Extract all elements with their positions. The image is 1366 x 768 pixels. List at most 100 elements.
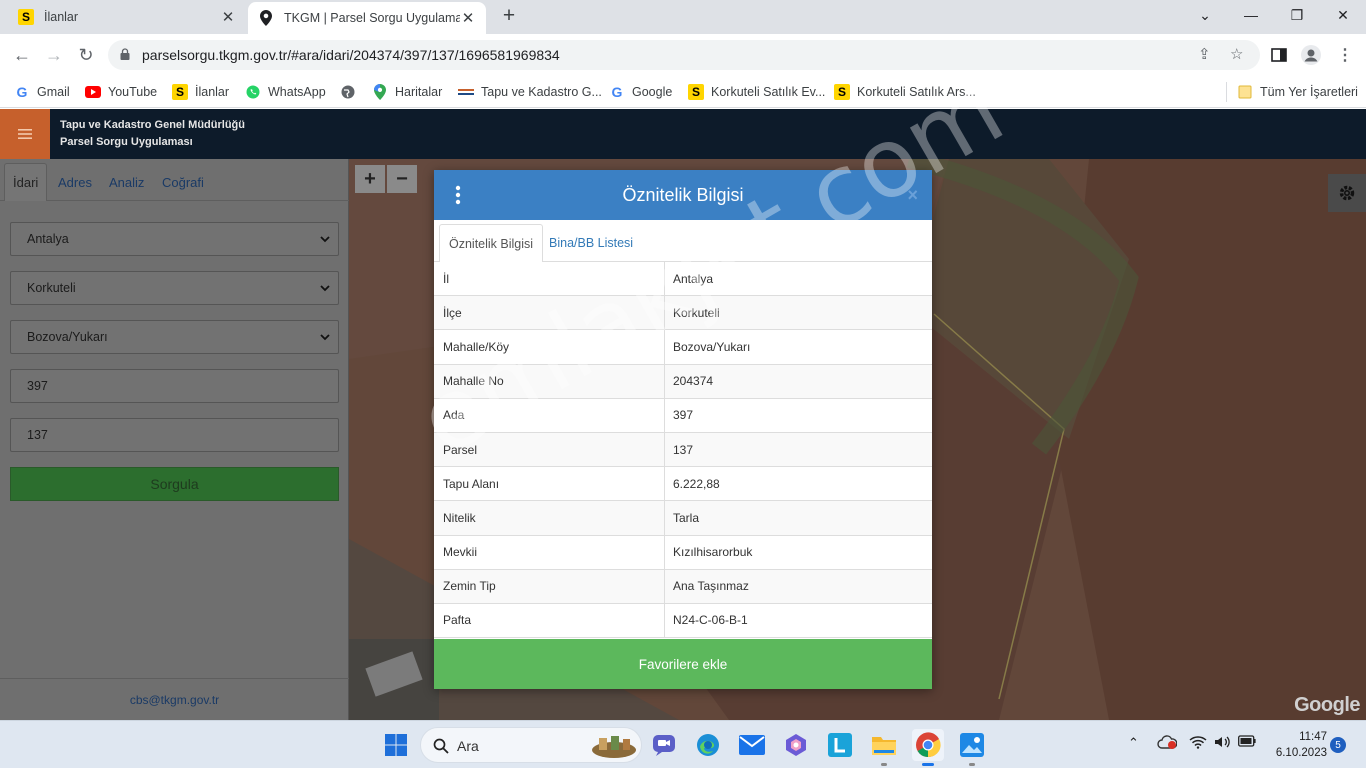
row-key: Nitelik	[434, 501, 665, 535]
tab-analiz[interactable]: Analiz	[101, 163, 152, 201]
table-row: Parsel 137	[434, 432, 932, 468]
tab-title: TKGM | Parsel Sorgu Uygulaması	[284, 11, 460, 25]
mail-icon[interactable]	[736, 729, 768, 761]
edge-browser-icon[interactable]	[692, 729, 724, 761]
share-icon[interactable]: ⇪	[1198, 45, 1211, 63]
chevron-down-icon	[320, 236, 330, 243]
window-close-icon[interactable]: ✕	[1320, 0, 1366, 30]
bookmark-globe[interactable]	[340, 82, 363, 102]
tab-cografi[interactable]: Coğrafi	[154, 163, 212, 201]
modal-tabs: Öznitelik Bilgisi Bina/BB Listesi	[434, 220, 932, 263]
tab-adres[interactable]: Adres	[50, 163, 100, 201]
restore-icon[interactable]: ❐	[1274, 0, 1320, 30]
table-row: Mahalle/Köy Bozova/Yukarı	[434, 330, 932, 365]
url-text: parselsorgu.tkgm.gov.tr/#ara/idari/20437…	[142, 47, 560, 63]
notification-badge[interactable]: 5	[1330, 737, 1346, 753]
zoom-out-button[interactable]: −	[387, 165, 417, 193]
globe-icon	[340, 84, 356, 100]
menu-kebab-icon[interactable]: ⋮	[1334, 44, 1356, 66]
tab-oznitelik-bilgisi[interactable]: Öznitelik Bilgisi	[439, 224, 544, 263]
bookmark-ilanlar[interactable]: S İlanlar	[172, 82, 229, 102]
browser-tab-ilanlar[interactable]: S İlanlar ✕	[8, 0, 246, 34]
l-app-icon[interactable]	[824, 729, 856, 761]
table-row: Mahalle No 204374	[434, 364, 932, 399]
bookmark-youtube[interactable]: YouTube	[85, 82, 157, 102]
google-g-icon: G	[611, 84, 623, 100]
modal-header: Öznitelik Bilgisi ×	[434, 170, 932, 220]
bookmark-star-icon[interactable]: ☆	[1230, 45, 1243, 63]
row-value: 6.222,88	[673, 476, 720, 491]
row-value: Antalya	[673, 271, 714, 286]
tkgm-logo-icon	[458, 84, 474, 100]
chrome-taskbar-icon[interactable]	[912, 729, 944, 766]
side-panel-icon[interactable]	[1268, 44, 1290, 66]
search-placeholder: Ara	[457, 738, 479, 754]
table-row: İl Antalya	[434, 262, 932, 297]
bookmark-label: WhatsApp	[268, 85, 326, 99]
bookmark-label: Tapu ve Kadastro G...	[481, 85, 602, 99]
app-header: Tapu ve Kadastro Genel Müdürlüğü Parsel …	[0, 109, 1366, 159]
parsel-input[interactable]: 137	[10, 418, 339, 452]
clock-time: 11:47	[1299, 731, 1327, 743]
google-g-icon: G	[16, 84, 28, 100]
query-sidebar: İdari Adres Analiz Coğrafi Antalya Korku…	[0, 159, 349, 720]
add-to-favorites-button[interactable]: Favorilere ekle	[434, 639, 932, 689]
tab-bina-bb-listesi[interactable]: Bina/BB Listesi	[540, 224, 642, 262]
bookmark-haritalar[interactable]: Haritalar	[372, 82, 442, 102]
bookmark-whatsapp[interactable]: WhatsApp	[245, 82, 326, 102]
address-bar[interactable]: parselsorgu.tkgm.gov.tr/#ara/idari/20437…	[108, 40, 1260, 70]
teams-chat-icon[interactable]	[648, 729, 680, 761]
hamburger-menu-icon[interactable]	[0, 109, 50, 159]
photos-app-icon[interactable]	[956, 729, 988, 766]
ada-input[interactable]: 397	[10, 369, 339, 403]
copilot-icon[interactable]	[780, 729, 812, 761]
wifi-icon[interactable]	[1189, 735, 1207, 752]
row-key: Mevkii	[434, 535, 665, 569]
il-select[interactable]: Antalya	[10, 222, 339, 256]
reload-icon[interactable]: ↻	[74, 43, 98, 67]
forward-icon[interactable]: →	[42, 43, 66, 67]
onedrive-status-icon[interactable]	[1157, 735, 1178, 752]
s-badge-icon: S	[172, 84, 188, 100]
bookmark-tapu-kadastro[interactable]: Tapu ve Kadastro G...	[458, 82, 602, 102]
chevron-up-icon[interactable]: ⌃	[1128, 735, 1139, 751]
bookmark-label: Korkuteli Satılık Ev...	[711, 85, 826, 99]
google-maps-icon	[372, 84, 388, 100]
s-badge-icon: S	[18, 9, 34, 25]
battery-icon[interactable]	[1238, 735, 1256, 750]
all-bookmarks[interactable]: Tüm Yer İşaretleri	[1226, 82, 1358, 102]
row-value: Korkuteli	[673, 305, 720, 320]
bookmark-gmail[interactable]: G Gmail	[14, 82, 70, 102]
mahalle-select[interactable]: Bozova/Yukarı	[10, 320, 339, 354]
profile-avatar-icon[interactable]	[1300, 44, 1322, 66]
windows-start-icon[interactable]	[380, 729, 412, 761]
new-tab-button[interactable]: +	[498, 5, 520, 27]
table-row: Pafta N24-C-06-B-1	[434, 603, 932, 639]
tab-close-icon[interactable]: ✕	[460, 9, 476, 27]
tab-idari[interactable]: İdari	[4, 163, 48, 201]
minimize-icon[interactable]: —	[1228, 0, 1274, 30]
table-row: Ada 397	[434, 398, 932, 433]
row-value: Ana Taşınmaz	[673, 579, 749, 594]
bookmark-google[interactable]: G Google	[609, 82, 673, 102]
all-bookmarks-label: Tüm Yer İşaretleri	[1260, 85, 1358, 99]
volume-icon[interactable]	[1214, 735, 1232, 752]
tab-close-icon[interactable]: ✕	[220, 8, 236, 26]
tab-search-icon[interactable]: ⌄	[1182, 0, 1228, 30]
table-row: Zemin Tip Ana Taşınmaz	[434, 569, 932, 604]
settings-gear-icon[interactable]	[1328, 174, 1366, 212]
zoom-in-button[interactable]: +	[355, 165, 385, 193]
file-explorer-icon[interactable]	[868, 729, 900, 766]
browser-tab-tkgm[interactable]: TKGM | Parsel Sorgu Uygulaması ✕	[248, 2, 486, 34]
ilce-select[interactable]: Korkuteli	[10, 271, 339, 305]
chevron-down-icon	[320, 334, 330, 341]
close-icon[interactable]: ×	[907, 185, 918, 206]
system-clock[interactable]: 11:47 6.10.2023	[1265, 729, 1327, 761]
taskbar-search[interactable]: Ara	[420, 727, 642, 763]
bookmark-korkuteli-arsa[interactable]: S Korkuteli Satılık Ars...	[834, 82, 976, 102]
back-icon[interactable]: ←	[10, 43, 34, 67]
sorgula-button[interactable]: Sorgula	[10, 467, 339, 501]
contact-email-link[interactable]: cbs@tkgm.gov.tr	[0, 678, 349, 720]
folder-icon	[1237, 84, 1253, 100]
bookmark-korkuteli-ev[interactable]: S Korkuteli Satılık Ev...	[688, 82, 825, 102]
